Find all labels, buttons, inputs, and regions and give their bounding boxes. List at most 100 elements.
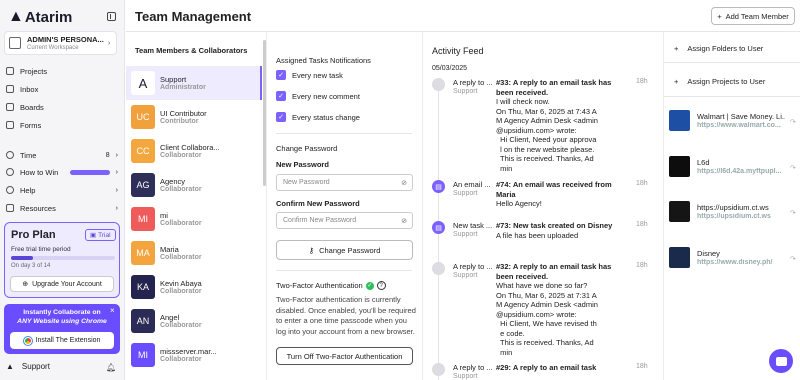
- checkbox-checked-icon: ✓: [276, 91, 286, 101]
- member-row[interactable]: UC UI Contributor Contributor: [126, 100, 262, 134]
- install-extension-button[interactable]: Install The Extension: [10, 332, 114, 349]
- member-row[interactable]: AN Angel Collaborator: [126, 304, 262, 338]
- feed-item-heading: #33: A reply to an email task has been r…: [496, 78, 612, 97]
- member-row[interactable]: CC Client Collabora... Collaborator: [126, 134, 262, 168]
- pro-plan-title: Pro Plan: [11, 229, 56, 241]
- atarim-logo[interactable]: ▲ Atarim: [8, 8, 72, 26]
- nav-boards[interactable]: Boards: [6, 100, 118, 114]
- chevron-right-icon: ›: [115, 151, 118, 159]
- member-avatar: MI: [131, 343, 155, 367]
- member-role: Collaborator: [160, 288, 202, 295]
- member-row[interactable]: MI mi Collaborator: [126, 202, 262, 236]
- add-team-member-button[interactable]: + Add Team Member: [711, 7, 795, 25]
- nav-projects[interactable]: Projects: [6, 64, 118, 78]
- logo-mark-icon: ▲: [8, 8, 24, 25]
- message-icon: ▤: [432, 180, 445, 193]
- feed-item-body[interactable]: #29: A reply to an email task: [496, 363, 624, 373]
- unassign-icon[interactable]: ↷: [790, 209, 796, 217]
- section-divider: [276, 270, 412, 271]
- feed-item-heading: #74: An email was received from Maria: [496, 180, 612, 199]
- checkbox-checked-icon: ✓: [276, 112, 286, 122]
- clock-icon: [6, 151, 14, 159]
- linked-project-item[interactable]: Walmart | Save Money. Li... https://www.w…: [668, 108, 800, 138]
- collapse-sidebar-icon[interactable]: [107, 12, 116, 21]
- feed-item-line: M Agency Admin Desk <admin: [496, 300, 598, 309]
- new-password-input[interactable]: New Password ⊘: [276, 174, 413, 191]
- member-row[interactable]: AG Agency Collaborator: [126, 168, 262, 202]
- section-divider: [664, 96, 800, 97]
- column-divider: [422, 32, 423, 380]
- nav-inbox[interactable]: Inbox: [6, 82, 118, 96]
- plus-icon: +: [674, 77, 679, 86]
- reply-icon: [432, 262, 445, 275]
- bell-icon[interactable]: 🔔︎: [106, 363, 116, 372]
- member-row[interactable]: MI missserver.mar... Collaborator: [126, 338, 262, 372]
- nav-help[interactable]: Help ›: [6, 183, 118, 197]
- sidebar: ▲ Atarim ADMIN'S PERSONA... Current Works…: [0, 0, 125, 380]
- form-icon: [6, 121, 14, 129]
- unassign-icon[interactable]: ↷: [790, 255, 796, 263]
- feed-item-body[interactable]: #74: An email was received from Maria Hel…: [496, 180, 624, 209]
- workspace-name: ADMIN'S PERSONA...: [27, 35, 104, 44]
- nav-forms[interactable]: Forms: [6, 118, 118, 132]
- member-role: Collaborator: [160, 254, 202, 261]
- eye-off-icon[interactable]: ⊘: [401, 217, 407, 225]
- trial-progress-fill: [11, 256, 33, 260]
- feed-item-heading: #73: New task created on Disney: [496, 221, 613, 230]
- change-password-button[interactable]: ⚷ Change Password: [276, 240, 413, 260]
- feed-item-line: @upsidium.com> wrote:: [496, 125, 577, 135]
- assign-folders-button[interactable]: + Assign Folders to User: [674, 44, 763, 53]
- feed-item-line: I will check now.: [496, 97, 550, 106]
- feed-item-line: M Agency Admin Desk <admin: [496, 116, 598, 125]
- feed-item-line: Hi Client, We have revised th: [496, 319, 597, 328]
- column-divider: [663, 32, 664, 380]
- section-divider: [664, 62, 800, 63]
- two-factor-description: Two-Factor authentication is currently d…: [276, 295, 416, 336]
- unassign-icon[interactable]: ↷: [790, 164, 796, 172]
- chevron-right-icon: ›: [115, 186, 118, 194]
- member-row[interactable]: A Support Administrator: [126, 66, 262, 100]
- nav-resources[interactable]: Resources ›: [6, 201, 118, 215]
- assign-projects-button[interactable]: + Assign Projects to User: [674, 77, 765, 86]
- feed-item-body[interactable]: #33: A reply to an email task has been r…: [496, 78, 624, 173]
- atarim-avatar-icon: ▲: [6, 362, 14, 371]
- nav-time[interactable]: Time 8 ›: [6, 148, 118, 162]
- member-row[interactable]: KA Kevin Abaya Collaborator: [126, 270, 262, 304]
- checkbox-every-status-change[interactable]: ✓ Every status change: [276, 111, 360, 123]
- inbox-icon: [6, 85, 14, 93]
- member-row[interactable]: MA Maria Collaborator: [126, 236, 262, 270]
- feed-item-line: On Thu, Mar 6, 2025 at 7:31 A: [496, 290, 597, 300]
- feed-item-line: A file has been uploaded: [496, 230, 579, 240]
- feed-item-line: Hi Client, Need your approva: [496, 135, 597, 144]
- feed-item-body[interactable]: #32: A reply to an email task has been r…: [496, 262, 624, 357]
- checkbox-every-new-task[interactable]: ✓ Every new task: [276, 69, 343, 81]
- member-avatar: MA: [131, 241, 155, 265]
- unassign-icon[interactable]: ↷: [790, 118, 796, 126]
- linked-project-item[interactable]: L6d https://l6d.42a.myftpupl... ↷: [668, 154, 800, 184]
- linked-project-item[interactable]: Disney https://www.disney.ph/ ↷: [668, 245, 800, 275]
- turn-off-two-factor-button[interactable]: Turn Off Two-Factor Authentication: [276, 347, 413, 365]
- workspace-switcher[interactable]: ADMIN'S PERSONA... Current Workspace ›: [4, 31, 117, 55]
- member-name: Kevin Abaya: [160, 279, 202, 288]
- linked-project-item[interactable]: https://upsidium.ct.ws https://upsidium.c…: [668, 199, 800, 229]
- help-icon[interactable]: ?: [376, 281, 386, 290]
- upgrade-icon: ⊕: [22, 281, 29, 288]
- feed-item-author: Support: [453, 373, 478, 380]
- member-role: Collaborator: [160, 356, 202, 363]
- feed-item-line: e code.: [496, 328, 525, 338]
- eye-off-icon[interactable]: ⊘: [401, 179, 407, 187]
- feed-item-body[interactable]: #73: New task created on Disney A file ha…: [496, 221, 624, 240]
- member-name: missserver.mar...: [160, 347, 217, 356]
- nav-how-to-win[interactable]: How to Win ›: [6, 165, 118, 179]
- upgrade-button[interactable]: ⊕ Upgrade Your Account: [10, 276, 114, 292]
- chat-button[interactable]: [769, 349, 793, 373]
- support-user[interactable]: ▲ Support: [6, 362, 50, 371]
- project-url: https://upsidium.ct.ws: [697, 213, 771, 220]
- project-thumbnail: [669, 247, 690, 268]
- two-factor-title: Two-Factor Authentication ✓?: [276, 281, 386, 290]
- confirm-password-input[interactable]: Confirm New Password ⊘: [276, 212, 413, 229]
- chat-icon: [775, 356, 787, 366]
- chevron-right-icon: ›: [108, 40, 111, 47]
- feed-item-author: Support: [453, 272, 478, 279]
- checkbox-every-new-comment[interactable]: ✓ Every new comment: [276, 90, 360, 102]
